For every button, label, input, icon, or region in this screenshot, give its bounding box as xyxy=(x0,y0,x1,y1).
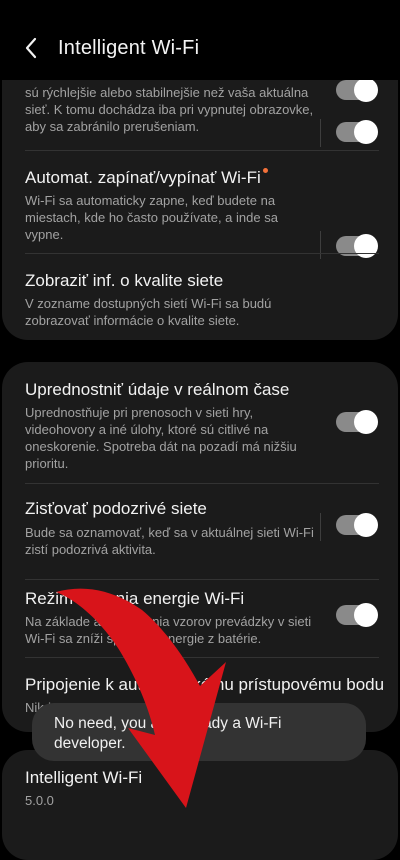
chevron-left-icon[interactable] xyxy=(20,36,44,60)
auto-wifi-item[interactable]: Automat. zapínať/vypínať Wi-Fi Wi-Fi sa … xyxy=(2,150,398,259)
settings-card-about: Intelligent Wi-Fi 5.0.0 xyxy=(2,750,398,860)
toast-message: No need, you are already a Wi-Fi develop… xyxy=(32,703,366,761)
item-description: sú rýchlejšie alebo stabilnejšie než vaš… xyxy=(25,85,314,134)
new-badge-dot xyxy=(262,168,268,173)
item-description: Na základe analyzovania vzorov prevádzky… xyxy=(25,614,312,646)
network-quality-toggle[interactable] xyxy=(336,120,378,144)
item-title: Pripojenie k automatickému prístupovému … xyxy=(25,675,385,694)
item-title: Režim šetrenia energie Wi-Fi xyxy=(25,589,245,608)
item-title: Uprednostniť údaje v reálnom čase xyxy=(25,380,290,399)
app-header: Intelligent Wi-Fi xyxy=(0,0,400,80)
vertical-separator xyxy=(320,513,321,541)
item-description: Bude sa oznamovať, keď sa v aktuálnej si… xyxy=(25,525,314,557)
item-title: Zisťovať podozrivé siete xyxy=(25,499,207,518)
settings-card-advanced: Uprednostniť údaje v reálnom čase Upredn… xyxy=(2,362,398,732)
power-saving-item[interactable]: Režim šetrenia energie Wi-Fi Na základe … xyxy=(2,579,398,669)
item-title: Automat. zapínať/vypínať Wi-Fi xyxy=(25,168,268,188)
suspicious-networks-toggle[interactable] xyxy=(336,513,378,537)
network-quality-item[interactable]: Zobraziť inf. o kvalite siete V zozname … xyxy=(2,119,398,340)
about-intelligent-wifi-item[interactable]: Intelligent Wi-Fi 5.0.0 xyxy=(2,750,398,860)
switch-better-network-toggle[interactable] xyxy=(336,78,378,102)
about-title: Intelligent Wi-Fi xyxy=(25,768,143,787)
about-version: 5.0.0 xyxy=(25,793,54,808)
power-saving-toggle[interactable] xyxy=(336,603,378,627)
page-title: Intelligent Wi-Fi xyxy=(58,37,200,59)
toast-text: No need, you are already a Wi-Fi develop… xyxy=(54,715,282,752)
item-description: V zozname dostupných sietí Wi-Fi sa budú… xyxy=(25,296,272,328)
realtime-priority-item[interactable]: Uprednostniť údaje v reálnom čase Upredn… xyxy=(2,362,398,484)
vertical-separator xyxy=(320,119,321,147)
realtime-priority-toggle[interactable] xyxy=(336,410,378,434)
suspicious-networks-item[interactable]: Zisťovať podozrivé siete Bude sa oznamov… xyxy=(2,483,398,581)
item-description: Uprednostňuje pri prenosoch v sieti hry,… xyxy=(25,405,297,471)
item-title: Zobraziť inf. o kvalite siete xyxy=(25,271,224,290)
settings-card-general: sú rýchlejšie alebo stabilnejšie než vaš… xyxy=(2,44,398,340)
item-description: Wi-Fi sa automaticky zapne, keď budete n… xyxy=(25,193,278,242)
